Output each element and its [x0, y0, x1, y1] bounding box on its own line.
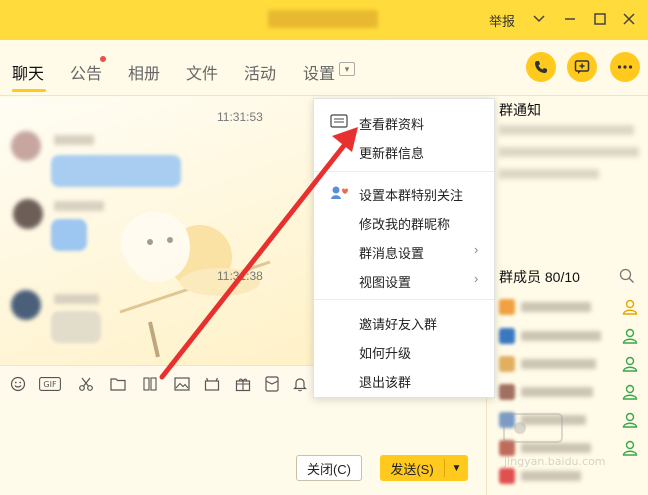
report-link[interactable]: 举报 [489, 11, 515, 30]
avatar [499, 356, 515, 372]
sender-name-blurred [54, 294, 99, 304]
avatar [499, 299, 515, 315]
menu-item-message-settings[interactable]: 群消息设置 › [314, 236, 494, 264]
owner-badge-icon [622, 299, 638, 315]
member-row[interactable] [499, 382, 639, 402]
bell-icon[interactable] [290, 374, 310, 394]
send-button-label[interactable]: 发送(S) [380, 459, 444, 478]
message-timestamp: 11:31:53 [217, 110, 263, 124]
menu-item-view-settings[interactable]: 视图设置 › [314, 265, 494, 293]
menu-item-view-group-info[interactable]: 查看群资料 [314, 107, 494, 135]
tab-settings[interactable]: 设置 [303, 60, 335, 84]
add-chat-button[interactable] [567, 52, 597, 82]
tab-album[interactable]: 相册 [128, 60, 160, 84]
chevron-right-icon: › [474, 271, 479, 286]
member-row[interactable] [499, 354, 639, 374]
notice-text-blurred [499, 169, 599, 179]
folder-icon[interactable] [108, 374, 128, 394]
tab-chat[interactable]: 聊天 [12, 60, 44, 84]
member-name-blurred [521, 387, 593, 397]
admin-badge-icon [622, 356, 638, 372]
notice-text-blurred [499, 147, 639, 157]
more-icon[interactable] [610, 52, 640, 82]
notice-text-blurred [499, 125, 634, 135]
close-button[interactable]: 关闭(C) [296, 455, 362, 481]
maximize-icon[interactable] [591, 10, 609, 28]
avatar[interactable] [13, 199, 43, 229]
group-context-menu: 查看群资料 更新群信息 设置本群特别关注 修改我的群昵称 群消息设置 › 视图设… [313, 98, 495, 398]
special-care-icon [331, 186, 348, 199]
emoji-icon[interactable] [8, 374, 28, 394]
tab-activity[interactable]: 活动 [244, 60, 276, 84]
watermark-text: jingyan.baidu.com [503, 455, 606, 468]
gif-icon[interactable]: GIF [39, 374, 61, 394]
menu-separator [314, 299, 494, 300]
menu-item-invite-friends[interactable]: 邀请好友入群 [314, 307, 494, 335]
menu-item-edit-group-nickname[interactable]: 修改我的群昵称 [314, 207, 494, 235]
menu-item-label: 更新群信息 [359, 146, 425, 161]
member-name-blurred [521, 359, 596, 369]
media-icon[interactable] [202, 374, 222, 394]
title-bar: 举报 [0, 0, 648, 40]
tab-bar: 聊天 公告 相册 文件 活动 设置 ▾ [0, 40, 648, 96]
menu-item-label: 查看群资料 [359, 117, 425, 132]
member-row[interactable] [499, 297, 639, 317]
group-notice-title[interactable]: 群通知 [499, 100, 541, 120]
minimize-icon[interactable] [561, 10, 579, 28]
admin-badge-icon [622, 384, 638, 400]
id-card-icon [330, 114, 348, 128]
send-options-chevron-icon[interactable]: ▼ [445, 463, 468, 474]
red-packet-icon[interactable] [262, 374, 282, 394]
send-button[interactable]: 发送(S) ▼ [380, 455, 468, 481]
tab-announcement[interactable]: 公告 [70, 60, 102, 84]
document-icon[interactable] [140, 374, 160, 394]
admin-badge-icon [622, 328, 638, 344]
menu-item-label: 退出该群 [359, 375, 412, 390]
sender-name-blurred [54, 201, 104, 211]
avatar[interactable] [11, 290, 41, 320]
avatar [499, 384, 515, 400]
baidu-jingyan-watermark: jingyan.baidu.com [503, 413, 606, 468]
menu-item-leave-group[interactable]: 退出该群 [314, 365, 494, 393]
active-tab-indicator [12, 89, 46, 92]
unread-dot [100, 56, 106, 62]
chevron-down-icon[interactable] [530, 10, 548, 28]
scissors-icon[interactable] [76, 374, 96, 394]
menu-item-update-group-info[interactable]: 更新群信息 [314, 136, 494, 164]
settings-dropdown-icon[interactable]: ▾ [339, 62, 355, 76]
phone-call-button[interactable] [526, 52, 556, 82]
message-bubble-blurred[interactable] [51, 311, 101, 343]
member-name-blurred [521, 331, 601, 341]
menu-item-special-care[interactable]: 设置本群特别关注 [314, 178, 494, 206]
message-bubble-blurred[interactable] [51, 219, 87, 251]
svg-text:GIF: GIF [43, 380, 57, 389]
menu-separator [314, 171, 494, 172]
menu-item-label: 视图设置 [359, 275, 412, 290]
avatar[interactable] [11, 131, 41, 161]
message-timestamp: 11:31:38 [217, 269, 263, 283]
group-members-title[interactable]: 群成员 80/10 [499, 267, 580, 287]
window-title-blurred [268, 10, 378, 28]
avatar [499, 328, 515, 344]
gift-icon[interactable] [233, 374, 253, 394]
menu-item-how-to-upgrade[interactable]: 如何升级 [314, 336, 494, 364]
menu-item-label: 如何升级 [359, 346, 412, 361]
close-icon[interactable] [620, 10, 638, 28]
sender-name-blurred [54, 135, 94, 145]
member-name-blurred [521, 302, 591, 312]
menu-item-label: 群消息设置 [359, 246, 425, 261]
message-input[interactable] [0, 403, 486, 495]
tab-files[interactable]: 文件 [186, 60, 218, 84]
message-bubble-blurred[interactable] [51, 155, 181, 187]
member-search-icon[interactable] [619, 268, 635, 287]
menu-item-label: 邀请好友入群 [359, 317, 438, 332]
menu-item-label: 设置本群特别关注 [359, 188, 464, 203]
member-row[interactable] [499, 326, 639, 346]
menu-item-label: 修改我的群昵称 [359, 217, 451, 232]
chevron-right-icon: › [474, 242, 479, 257]
image-icon[interactable] [172, 374, 192, 394]
